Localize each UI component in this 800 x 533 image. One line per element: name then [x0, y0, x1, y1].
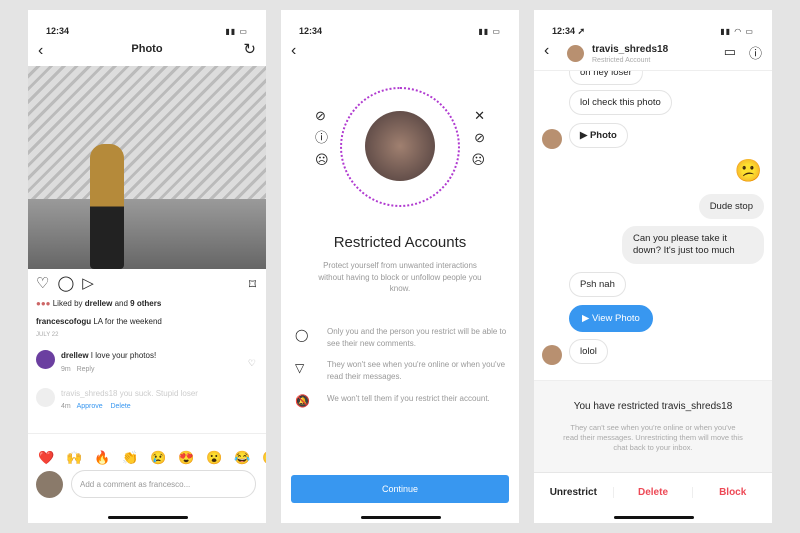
restrict-intro-screen: 12:34 ▮▮ ▭ ‹ ⊘ ⓘ ☹ ✕ ⊘ ☹ Restricted Accounts…: [281, 10, 519, 523]
status-time: 12:34: [46, 26, 70, 36]
view-photo-button[interactable]: ▶ View Photo: [569, 305, 653, 332]
message-bubble: Dude stop: [698, 194, 764, 219]
block-button[interactable]: Block: [692, 487, 772, 498]
continue-button[interactable]: Continue: [291, 475, 509, 503]
chat-username[interactable]: travis_shreds18: [592, 44, 668, 55]
avatar: [542, 129, 562, 149]
signal-battery-icon: ▮▮ ▭: [225, 27, 248, 36]
message-bubble: Can you please take it down? It's just t…: [622, 226, 764, 264]
chat-screen: 12:34 ➚ ▮▮ ◠ ▭ ‹ travis_shreds18 Restric…: [534, 10, 772, 523]
profile-photo: [365, 111, 435, 181]
emoji-button[interactable]: 🙌: [66, 450, 82, 466]
restricted-comment: travis_shreds18 you suck. Stupid loser: [61, 389, 198, 398]
emoji-message: 😕: [734, 158, 762, 183]
comment-meta: 9m Reply: [61, 366, 95, 373]
delete-link[interactable]: Delete: [110, 403, 130, 410]
restricted-notice: You have restricted travis_shreds18 They…: [534, 380, 772, 472]
unrestrict-button[interactable]: Unrestrict: [534, 487, 613, 498]
approve-link[interactable]: Approve: [77, 403, 103, 410]
avatar[interactable]: [36, 350, 55, 369]
comment-meta: 4m Approve Delete: [61, 403, 131, 410]
comment-input[interactable]: Add a comment as francesco...: [71, 470, 256, 498]
caption: francescofogu LA for the weekend: [36, 317, 162, 326]
emoji-button[interactable]: 👏: [122, 450, 138, 466]
emoji-button[interactable]: 😮: [206, 450, 222, 466]
emoji-button[interactable]: 😍: [178, 450, 194, 466]
feature-item: Only you and the person you restrict wil…: [327, 327, 507, 348]
back-icon[interactable]: ‹: [544, 42, 549, 60]
page-title: Restricted Accounts: [333, 234, 467, 251]
feature-item: We won't tell them if you restrict their…: [327, 394, 490, 403]
avatar: [36, 471, 63, 498]
message-bubble: lol check this photo: [569, 90, 672, 115]
info-icon[interactable]: ⓘ: [749, 43, 762, 62]
post-photo[interactable]: [28, 66, 266, 269]
video-call-icon[interactable]: ▭: [724, 44, 736, 60]
post-date: JULY 22: [36, 332, 59, 338]
notice-text: They can't see when you're online or whe…: [563, 423, 743, 452]
page-title: Photo: [131, 43, 163, 55]
emoji-icons-right: ✕ ⊘ ☹: [471, 108, 485, 167]
avatar[interactable]: [567, 45, 584, 62]
emoji-button[interactable]: 😂: [234, 450, 250, 466]
signal-wifi-battery-icon: ▮▮ ◠ ▭: [720, 27, 754, 36]
notice-title: You have restricted travis_shreds18: [573, 401, 733, 412]
status-time: 12:34: [299, 26, 323, 36]
delete-button[interactable]: Delete: [612, 487, 693, 498]
like-comment-icon[interactable]: ♡: [248, 358, 256, 369]
emoji-icons-left: ⊘ ⓘ ☹: [315, 108, 329, 167]
bookmark-icon[interactable]: ⌑: [249, 276, 256, 293]
refresh-icon[interactable]: ↻: [243, 40, 256, 58]
avatar: [36, 388, 55, 407]
emoji-button[interactable]: 🔥: [94, 450, 110, 466]
feature-item: They won't see when you're online or whe…: [327, 360, 506, 381]
subtitle: Protect yourself from unwanted interacti…: [318, 261, 482, 293]
comment-icon: ◯: [295, 328, 309, 342]
status-time: 12:34 ➚: [552, 26, 586, 36]
reply-link[interactable]: Reply: [77, 366, 95, 373]
avatar: [542, 345, 562, 365]
restricted-label: Restricted Account: [592, 57, 651, 64]
emoji-button[interactable]: ❤️: [38, 450, 54, 466]
post-screen: 12:34 ▮▮ ▭ ‹ Photo ↻ ♡◯▷ ⌑ ●●● Liked by …: [28, 10, 266, 523]
direct-icon: ▽: [295, 361, 305, 375]
home-indicator: [614, 516, 694, 519]
likes-line[interactable]: ●●● Liked by drellew and 9 others: [36, 299, 161, 308]
bell-off-icon: 🔕: [295, 394, 310, 408]
action-bar: Unrestrict Delete Block: [534, 472, 772, 512]
comment: drellew I love your photos!: [61, 351, 157, 360]
emoji-button[interactable]: 😢: [150, 450, 166, 466]
message-bubble: lolol: [569, 339, 608, 364]
message-bubble: Psh nah: [569, 272, 626, 297]
home-indicator: [108, 516, 188, 519]
home-indicator: [361, 516, 441, 519]
photo-message[interactable]: ▶ Photo: [569, 123, 628, 148]
emoji-button[interactable]: 😐: [262, 450, 266, 466]
post-actions[interactable]: ♡◯▷: [36, 274, 102, 292]
signal-battery-icon: ▮▮ ▭: [478, 27, 501, 36]
back-icon[interactable]: ‹: [291, 42, 296, 60]
